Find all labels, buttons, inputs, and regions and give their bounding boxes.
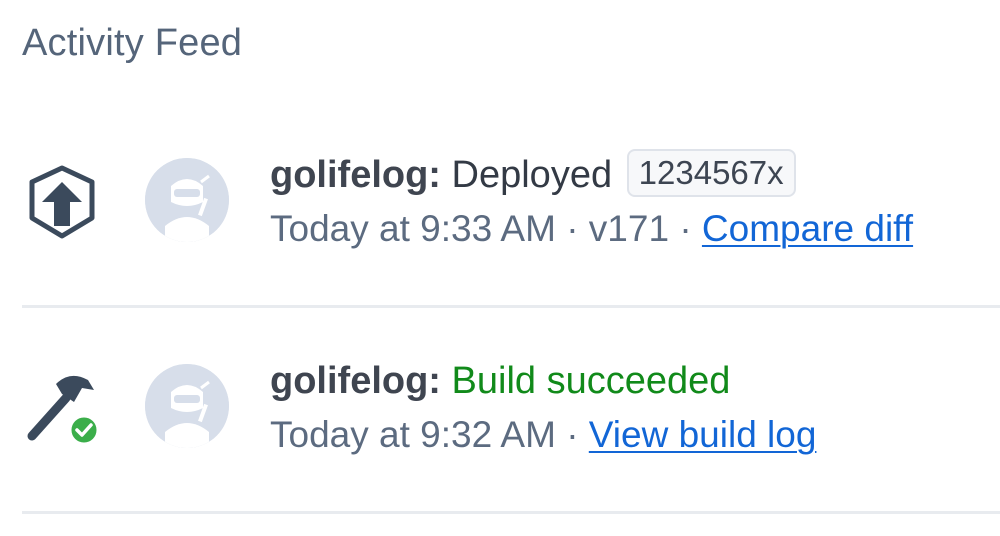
separator: · bbox=[679, 208, 692, 249]
separator: · bbox=[566, 208, 579, 249]
release-version: v171 bbox=[588, 208, 670, 249]
action-text: Deployed bbox=[451, 154, 613, 196]
avatar bbox=[145, 364, 229, 448]
entry-headline: golifelog: Deployed 1234567x bbox=[270, 148, 990, 202]
timestamp: Today at 9:32 AM bbox=[270, 414, 556, 455]
entry-headline: golifelog: Build succeeded bbox=[270, 354, 990, 408]
entry-meta: Today at 9:32 AM · View build log bbox=[270, 410, 990, 460]
build-status: Build succeeded bbox=[451, 360, 731, 402]
entry-text: golifelog: Deployed 1234567x Today at 9:… bbox=[270, 148, 990, 254]
compare-diff-link[interactable]: Compare diff bbox=[702, 208, 913, 249]
entry-text: golifelog: Build succeeded Today at 9:32… bbox=[270, 354, 990, 460]
divider bbox=[22, 305, 1000, 308]
hammer-check-icon bbox=[22, 368, 102, 448]
username[interactable]: golifelog: bbox=[270, 154, 441, 196]
activity-feed-page: Activity Feed golifelog: Deployed 123456… bbox=[0, 0, 1000, 536]
username[interactable]: golifelog: bbox=[270, 360, 441, 402]
commit-hash-badge[interactable]: 1234567x bbox=[626, 149, 796, 197]
feed-title: Activity Feed bbox=[22, 22, 243, 64]
divider bbox=[22, 511, 1000, 514]
activity-entry-build: golifelog: Build succeeded Today at 9:32… bbox=[0, 346, 1000, 512]
activity-entry-deploy: golifelog: Deployed 1234567x Today at 9:… bbox=[0, 140, 1000, 306]
timestamp: Today at 9:33 AM bbox=[270, 208, 556, 249]
view-build-log-link[interactable]: View build log bbox=[589, 414, 817, 455]
avatar bbox=[145, 158, 229, 242]
separator: · bbox=[566, 414, 579, 455]
deploy-upload-icon bbox=[22, 162, 102, 242]
entry-meta: Today at 9:33 AM · v171 · Compare diff bbox=[270, 204, 990, 254]
